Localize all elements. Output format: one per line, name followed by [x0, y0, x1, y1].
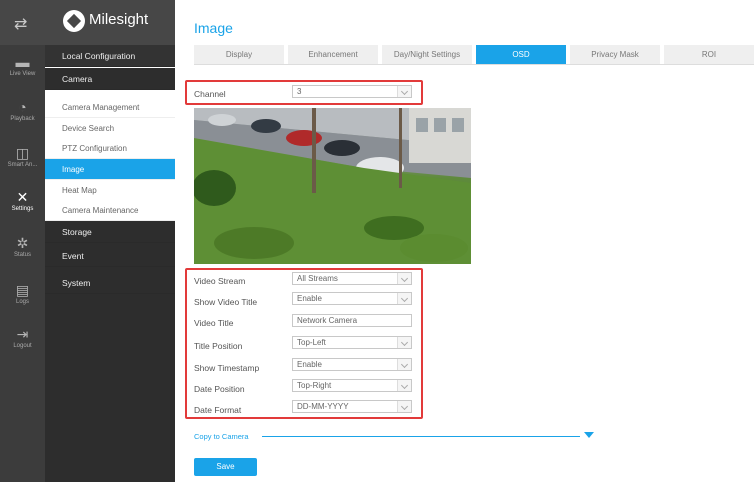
sidebar-item-camera-management[interactable]: Camera Management — [45, 97, 175, 118]
date-format-label: Date Format — [194, 405, 242, 415]
sidebar: Milesight Local Configuration Camera Cam… — [45, 0, 175, 482]
camera-preview — [194, 108, 471, 264]
page-title: Image — [194, 20, 233, 36]
channel-select[interactable]: 3 — [292, 85, 412, 98]
tab-enhancement[interactable]: Enhancement — [288, 45, 378, 64]
video-stream-label: Video Stream — [194, 276, 246, 286]
chevron-down-icon — [397, 359, 411, 370]
tab-display[interactable]: Display — [194, 45, 284, 64]
brand-name: Milesight — [89, 11, 149, 28]
preview-scene — [194, 108, 471, 264]
expand-arrow-icon[interactable] — [584, 432, 594, 438]
sidebar-item-camera-maintenance[interactable]: Camera Maintenance — [45, 200, 175, 221]
sidebar-item-device-search[interactable]: Device Search — [45, 118, 175, 139]
sidebar-item-image[interactable]: Image — [45, 159, 175, 180]
show-video-title-select[interactable]: Enable — [292, 292, 412, 305]
smart-analytics-icon: ◫ — [15, 145, 30, 161]
save-button[interactable]: Save — [194, 458, 257, 476]
brand: Milesight — [45, 0, 175, 45]
tab-bar: Display Enhancement Day/Night Settings O… — [194, 45, 754, 64]
logout-icon: ⇥ — [16, 326, 29, 342]
show-timestamp-label: Show Timestamp — [194, 363, 260, 373]
video-stream-select[interactable]: All Streams — [292, 272, 412, 285]
tab-privacy-mask[interactable]: Privacy Mask — [570, 45, 660, 64]
rail-live-view[interactable]: ▬ Live View — [0, 55, 45, 77]
date-format-select[interactable]: DD-MM-YYYY — [292, 400, 412, 413]
tab-roi[interactable]: ROI — [664, 45, 754, 64]
chevron-down-icon — [397, 337, 411, 348]
video-title-input[interactable]: Network Camera — [292, 314, 412, 327]
sidebar-item-system[interactable]: System — [45, 272, 175, 294]
tab-divider — [194, 64, 754, 65]
sidebar-item-heat-map[interactable]: Heat Map — [45, 180, 175, 201]
date-position-select[interactable]: Top-Right — [292, 379, 412, 392]
rail-status[interactable]: ✲ Status — [0, 236, 45, 258]
rail-settings[interactable]: ✕ Settings — [0, 190, 45, 212]
video-title-label: Video Title — [194, 318, 234, 328]
sidebar-item-local-configuration[interactable]: Local Configuration — [45, 45, 175, 67]
copy-divider — [262, 436, 580, 437]
tab-day-night-settings[interactable]: Day/Night Settings — [382, 45, 472, 64]
sidebar-item-ptz-configuration[interactable]: PTZ Configuration — [45, 138, 175, 159]
chevron-down-icon — [397, 380, 411, 391]
transfer-icon: ⇄ — [14, 16, 28, 33]
show-timestamp-select[interactable]: Enable — [292, 358, 412, 371]
chevron-down-icon — [397, 273, 411, 284]
logs-icon: ▤ — [15, 282, 30, 298]
status-icon: ✲ — [16, 235, 29, 251]
playback-icon: ◔ — [18, 99, 27, 115]
icon-rail: ⇄ ▬ Live View ◔ Playback ◫ Smart An... ✕… — [0, 0, 45, 482]
sidebar-item-storage[interactable]: Storage — [45, 221, 175, 243]
rail-toggle[interactable]: ⇄ — [0, 0, 45, 45]
title-position-select[interactable]: Top-Left — [292, 336, 412, 349]
tab-osd[interactable]: OSD — [476, 45, 566, 64]
copy-to-camera-link[interactable]: Copy to Camera — [194, 432, 249, 441]
rail-smart-analytics[interactable]: ◫ Smart An... — [0, 146, 45, 168]
title-position-label: Title Position — [194, 341, 243, 351]
chevron-down-icon — [397, 401, 411, 412]
chevron-down-icon — [397, 86, 411, 97]
rail-playback[interactable]: ◔ Playback — [0, 100, 45, 122]
date-position-label: Date Position — [194, 384, 245, 394]
live-view-icon: ▬ — [15, 54, 30, 70]
rail-logs[interactable]: ▤ Logs — [0, 283, 45, 305]
chevron-down-icon — [397, 293, 411, 304]
channel-label: Channel — [194, 89, 226, 99]
show-video-title-label: Show Video Title — [194, 297, 258, 307]
sidebar-item-event[interactable]: Event — [45, 245, 175, 267]
sidebar-item-camera[interactable]: Camera — [45, 68, 175, 90]
rail-logout[interactable]: ⇥ Logout — [0, 327, 45, 349]
settings-icon: ✕ — [16, 189, 29, 205]
milesight-logo-icon — [63, 10, 85, 32]
